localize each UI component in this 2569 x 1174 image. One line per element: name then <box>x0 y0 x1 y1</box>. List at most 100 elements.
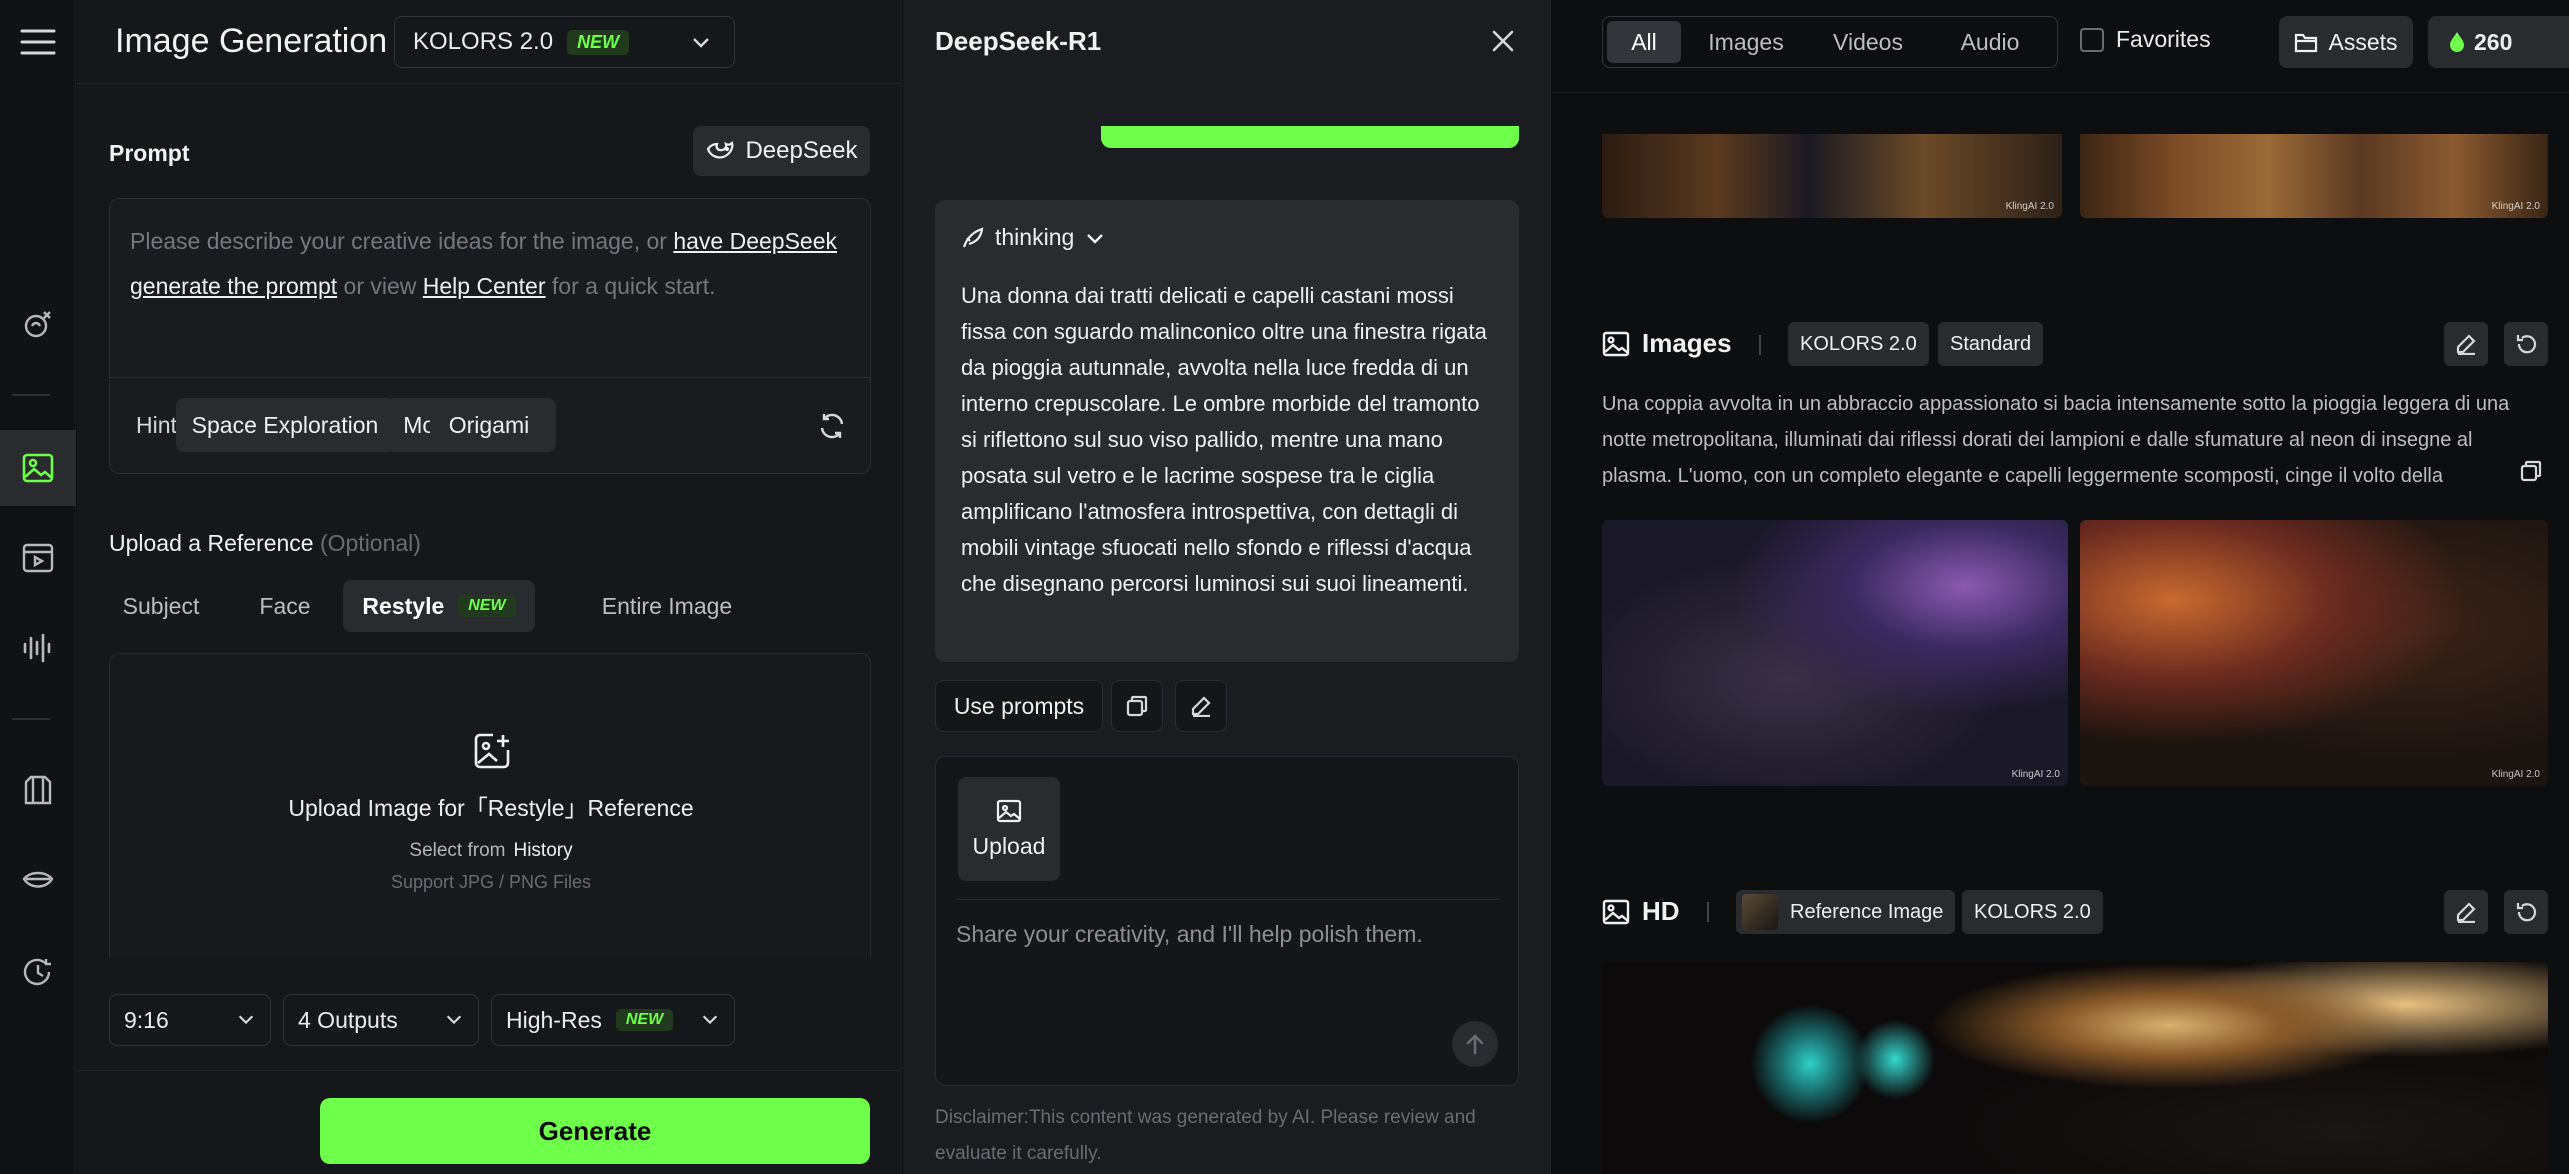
tag-model: KOLORS 2.0 <box>1788 322 1929 366</box>
disclaimer-text: Disclaimer:This content was generated by… <box>935 1107 1476 1164</box>
prompt-label: Prompt <box>109 140 190 166</box>
watermark: KlingAI 2.0 <box>2491 201 2540 212</box>
credits-button[interactable]: 260 <box>2428 16 2569 68</box>
quality-value: High-Res <box>506 1006 602 1033</box>
audio-icon[interactable] <box>0 610 76 686</box>
model-name: KOLORS 2.0 <box>413 28 554 55</box>
tab-entire-image[interactable]: Entire Image <box>551 580 783 632</box>
tab-subject[interactable]: Subject <box>109 580 213 632</box>
menu-icon[interactable] <box>0 4 76 80</box>
generate-button[interactable]: Generate <box>320 1098 870 1164</box>
use-prompts-button[interactable]: Use prompts <box>935 680 1103 732</box>
prompt-text-part: Please describe your creative ideas for … <box>130 228 674 254</box>
filter-audio[interactable]: Audio <box>1935 21 2045 63</box>
divider <box>956 899 1500 900</box>
filter-all[interactable]: All <box>1607 21 1681 63</box>
outputs-select[interactable]: 4 Outputs <box>283 994 479 1046</box>
deepseek-panel-title: DeepSeek-R1 <box>935 26 1102 56</box>
chat-upload-button[interactable]: Upload <box>958 777 1060 881</box>
thinking-icon <box>962 226 984 247</box>
thinking-label: thinking <box>995 224 1075 250</box>
model-select[interactable]: KOLORS 2.0 NEW <box>394 16 735 68</box>
send-icon[interactable] <box>1452 1021 1498 1067</box>
deepseek-panel: DeepSeek-R1 thinking Una donna dai tratt… <box>903 0 1551 1174</box>
chevron-down-icon <box>700 1008 720 1035</box>
tab-restyle-label: Restyle <box>362 592 445 619</box>
regenerate-icon[interactable] <box>2504 322 2548 366</box>
divider <box>1759 335 1761 355</box>
lip-sync-icon[interactable] <box>0 842 76 918</box>
tag-mode: Standard <box>1938 322 2044 366</box>
edit-icon[interactable] <box>2444 890 2488 934</box>
tab-restyle[interactable]: Restyle NEW <box>343 580 535 632</box>
generated-image-couple-rain-2[interactable]: KlingAI 2.0 <box>2080 520 2548 786</box>
divider <box>1552 92 2569 93</box>
virtual-try-on-icon[interactable] <box>0 752 76 828</box>
filter-videos[interactable]: Videos <box>1813 21 1923 63</box>
chat-input[interactable]: Share your creativity, and I'll help pol… <box>956 921 1423 948</box>
outputs-value: 4 Outputs <box>298 1006 398 1033</box>
copy-icon[interactable] <box>1111 680 1163 732</box>
history-link[interactable]: History <box>513 840 572 861</box>
tag-reference-image: Reference Image <box>1736 890 1956 934</box>
thinking-text: Una donna dai tratti delicati e capelli … <box>961 283 1487 596</box>
reference-label: Upload a Reference (Optional) <box>109 530 421 557</box>
favorites-checkbox[interactable]: Favorites <box>2080 26 2211 53</box>
watermark: KlingAI 2.0 <box>2011 769 2060 780</box>
assets-button[interactable]: Assets <box>2279 16 2413 68</box>
page-title: Image Generation <box>115 22 388 60</box>
history-icon[interactable] <box>0 934 76 1010</box>
thinking-toggle[interactable]: thinking <box>961 224 1106 251</box>
aspect-ratio-select[interactable]: 9:16 <box>109 994 271 1046</box>
user-message-bubble <box>1101 126 1519 148</box>
edit-icon[interactable] <box>2444 322 2488 366</box>
generated-image-food-market-2[interactable]: KlingAI 2.0 <box>2080 134 2548 218</box>
image-icon <box>1602 331 1630 356</box>
image-generation-icon[interactable] <box>0 430 76 506</box>
watermark: KlingAI 2.0 <box>2491 769 2540 780</box>
prompt-input[interactable]: Please describe your creative ideas for … <box>109 198 871 474</box>
edit-icon[interactable] <box>1175 680 1227 732</box>
hint-chip-space-exploration[interactable]: Space Exploration <box>176 398 394 452</box>
folder-icon <box>2295 33 2318 53</box>
tag-model: KOLORS 2.0 <box>1962 890 2103 934</box>
new-badge: NEW <box>458 595 516 617</box>
deepseek-label: DeepSeek <box>745 137 858 164</box>
credits-drop-icon <box>2450 32 2464 52</box>
thinking-card: thinking Una donna dai tratti delicati e… <box>935 200 1519 662</box>
tag-reference-label: Reference Image <box>1790 900 1944 923</box>
generated-image-food-market-1[interactable]: KlingAI 2.0 <box>1602 134 2062 218</box>
video-generation-icon[interactable] <box>0 520 76 596</box>
generated-image-couple-rain-1[interactable]: KlingAI 2.0 <box>1602 520 2068 786</box>
hint-chip-origami[interactable]: Origami <box>430 398 548 452</box>
section-images-label: Images <box>1642 328 1732 358</box>
refresh-hints-icon[interactable] <box>818 412 846 445</box>
new-badge: NEW <box>615 1009 674 1031</box>
divider <box>77 1070 902 1071</box>
checkbox-icon <box>2080 27 2104 52</box>
favorites-label: Favorites <box>2116 26 2211 52</box>
chevron-down-icon <box>444 1008 464 1035</box>
new-badge: NEW <box>567 29 630 55</box>
chevron-down-icon <box>1087 233 1104 244</box>
reference-label-text: Upload a Reference <box>109 530 314 556</box>
generated-image-hd[interactable] <box>1602 962 2548 1174</box>
image-icon <box>996 799 1022 822</box>
assets-panel: All Images Videos Audio Favorites Assets… <box>1552 0 2569 1174</box>
reference-upload-area[interactable]: Upload Image for「Restyle」Reference Selec… <box>109 653 871 959</box>
tab-face[interactable]: Face <box>243 580 327 632</box>
deepseek-button[interactable]: DeepSeek <box>693 126 870 176</box>
regenerate-icon[interactable] <box>2504 890 2548 934</box>
section-images-description: Una coppia avvolta in un abbraccio appas… <box>1602 393 2510 487</box>
rail-divider <box>12 718 50 720</box>
copy-icon[interactable] <box>2516 460 2542 487</box>
filter-images[interactable]: Images <box>1691 21 1801 63</box>
help-center-link[interactable]: Help Center <box>423 273 546 299</box>
chevron-down-icon <box>690 31 712 60</box>
watermark: KlingAI 2.0 <box>2005 201 2054 212</box>
close-icon[interactable] <box>1490 28 1516 59</box>
deepseek-tool-icon[interactable] <box>0 286 76 362</box>
section-hd-label: HD <box>1642 896 1680 926</box>
credits-value: 260 <box>2474 28 2513 55</box>
quality-select[interactable]: High-Res NEW <box>491 994 735 1046</box>
